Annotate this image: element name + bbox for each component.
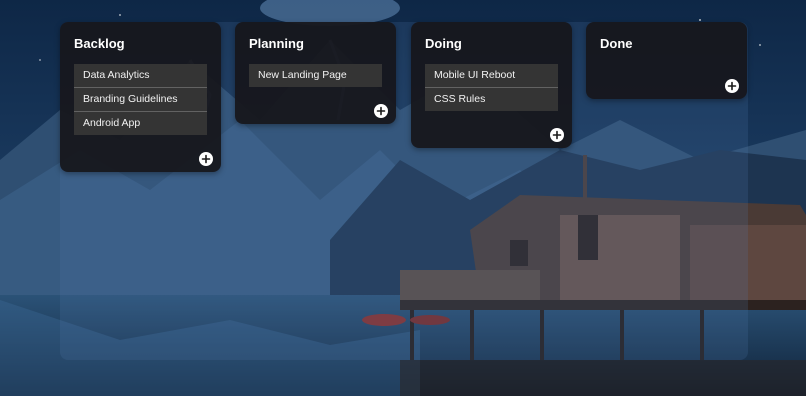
card-list: Data Analytics Branding Guidelines Andro…: [74, 64, 207, 135]
add-card-button[interactable]: [199, 152, 213, 166]
column-planning: Planning New Landing Page: [235, 22, 396, 124]
column-title: Done: [600, 36, 633, 51]
add-card-button[interactable]: [725, 79, 739, 93]
plus-circle-icon: [201, 154, 211, 164]
plus-circle-icon: [376, 106, 386, 116]
add-card-button[interactable]: [374, 104, 388, 118]
card[interactable]: Android App: [74, 112, 207, 135]
column-title: Doing: [425, 36, 462, 51]
card[interactable]: Branding Guidelines: [74, 88, 207, 112]
card[interactable]: Mobile UI Reboot: [425, 64, 558, 88]
column-title: Backlog: [74, 36, 125, 51]
card-list: Mobile UI Reboot CSS Rules: [425, 64, 558, 111]
plus-circle-icon: [552, 130, 562, 140]
column-doing: Doing Mobile UI Reboot CSS Rules: [411, 22, 572, 148]
card[interactable]: Data Analytics: [74, 64, 207, 88]
plus-circle-icon: [727, 81, 737, 91]
column-title: Planning: [249, 36, 304, 51]
column-backlog: Backlog Data Analytics Branding Guidelin…: [60, 22, 221, 172]
column-done: Done: [586, 22, 747, 99]
card[interactable]: New Landing Page: [249, 64, 382, 87]
card-list: New Landing Page: [249, 64, 382, 87]
card[interactable]: CSS Rules: [425, 88, 558, 111]
add-card-button[interactable]: [550, 128, 564, 142]
